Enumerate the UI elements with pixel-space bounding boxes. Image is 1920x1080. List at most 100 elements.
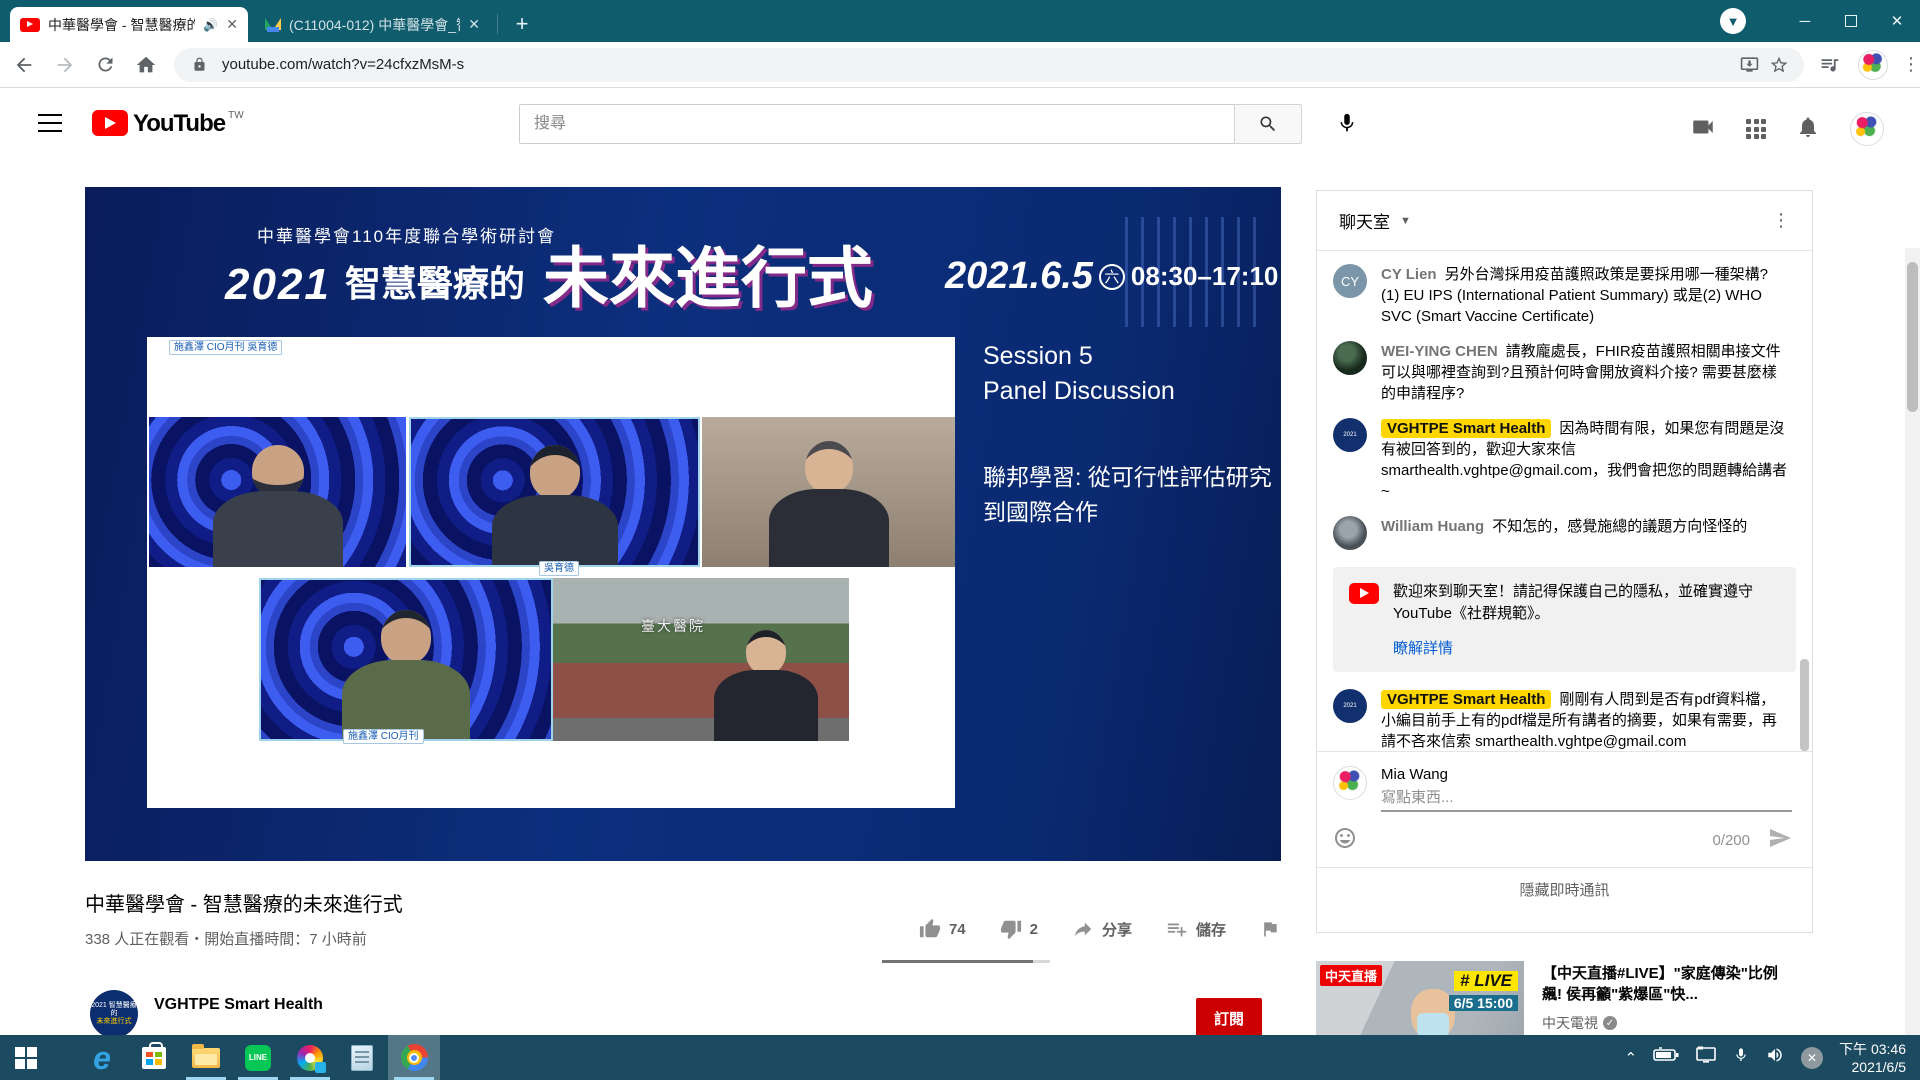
avatar[interactable]: 2021	[1333, 418, 1367, 452]
minimize-button[interactable]: ─	[1782, 0, 1828, 42]
avatar[interactable]	[1333, 341, 1367, 375]
avatar[interactable]: 2021	[1333, 689, 1367, 723]
tab-drive[interactable]: (C11004-012) 中華醫學會_智慧 ✕	[255, 7, 490, 42]
youtube-icon	[1349, 583, 1379, 604]
send-icon[interactable]	[1768, 826, 1792, 855]
channel-name[interactable]: VGHTPE Smart Health	[154, 996, 323, 1014]
search-button[interactable]	[1234, 104, 1302, 144]
create-video-icon[interactable]	[1690, 114, 1716, 145]
subscribe-button[interactable]: 訂閱	[1196, 998, 1262, 1039]
tab-youtube[interactable]: 中華醫學會 - 智慧醫療的未来 🔊 ✕	[10, 7, 248, 42]
tab-close-icon[interactable]: ✕	[226, 16, 238, 33]
tab-audio-icon[interactable]: 🔊	[203, 18, 218, 32]
chat-menu-icon[interactable]: ⋮	[1772, 210, 1790, 231]
forward-icon[interactable]	[49, 48, 82, 82]
report-flag-icon[interactable]	[1260, 919, 1280, 939]
chat-author[interactable]: CY Lien	[1381, 266, 1437, 283]
session-topic: 聯邦學習: 從可行性評估研究 到國際合作	[983, 460, 1273, 529]
youtube-apps-icon[interactable]	[1746, 119, 1766, 139]
install-icon[interactable]	[1734, 50, 1764, 80]
tray-chevron-icon[interactable]: ⌃	[1624, 1049, 1637, 1067]
chat-message-input[interactable]	[1381, 783, 1792, 812]
battery-icon[interactable]	[1653, 1047, 1679, 1068]
tab-close-icon[interactable]: ✕	[468, 16, 480, 33]
notifications-bell-icon[interactable]	[1796, 115, 1820, 144]
char-counter: 0/200	[1712, 832, 1750, 849]
search-input[interactable]	[519, 104, 1234, 144]
chat-message: CY CY Lien另外台灣採用疫苗護照政策是要採用哪一種架構? (1) EU …	[1317, 257, 1812, 334]
url-text[interactable]: youtube.com/watch?v=24cfxzMsM-s	[222, 56, 1734, 73]
line-app-icon[interactable]: LINE	[232, 1035, 284, 1080]
youtube-logo-text: YouTube	[133, 110, 225, 138]
taskbar: e LINE ⌃ ✕ 下午 03:46 2021/6/5	[0, 1035, 1920, 1080]
tray-app-icon[interactable]: ✕	[1801, 1047, 1823, 1069]
speaker-tag: 吳育德	[539, 561, 579, 576]
recommended-title[interactable]: 【中天直播#LIVE】"家庭傳染"比例飆! 侯再籲"紫爆區"快...	[1542, 963, 1792, 1005]
avatar[interactable]	[1333, 516, 1367, 550]
chat-text: 另外台灣採用疫苗護照政策是要採用哪一種架構? (1) EU IPS (Inter…	[1381, 266, 1768, 325]
taskbar-clock[interactable]: 下午 03:46 2021/6/5	[1839, 1040, 1906, 1076]
new-tab-button[interactable]: +	[508, 10, 536, 38]
close-window-button[interactable]: ✕	[1874, 0, 1920, 42]
color-wheel-app-icon[interactable]	[284, 1035, 336, 1080]
like-button[interactable]: 74	[919, 918, 966, 940]
participant-video-3	[702, 417, 955, 567]
tab-title: (C11004-012) 中華醫學會_智慧	[289, 15, 460, 35]
conference-datetime: 2021.6.5 六 08:30–17:10	[945, 255, 1278, 298]
chat-author[interactable]: William Huang	[1381, 518, 1484, 535]
restore-button[interactable]	[1828, 0, 1874, 42]
learn-more-link[interactable]: 瞭解詳情	[1393, 637, 1780, 658]
volume-icon[interactable]	[1765, 1046, 1785, 1069]
share-button[interactable]: 分享	[1072, 918, 1132, 940]
menu-hamburger-icon[interactable]	[38, 114, 62, 132]
chat-author[interactable]: WEI-YING CHEN	[1381, 343, 1498, 360]
address-bar[interactable]: youtube.com/watch?v=24cfxzMsM-s	[174, 48, 1804, 82]
file-explorer-icon[interactable]	[180, 1035, 232, 1080]
voice-search-icon[interactable]	[1336, 112, 1358, 139]
chat-message: 2021 VGHTPE Smart Health因為時間有限，如果您有問題是沒有…	[1317, 411, 1812, 509]
recommended-channel-name: 中天電視	[1542, 1013, 1598, 1033]
account-avatar[interactable]	[1850, 112, 1884, 146]
page-scrollbar[interactable]	[1905, 248, 1920, 1080]
lock-icon[interactable]	[184, 50, 214, 80]
dislike-button[interactable]: 2	[1000, 918, 1038, 940]
participant-video-5: 臺大醫院	[553, 578, 849, 741]
browser-menu-icon[interactable]: ⋮	[1902, 54, 1920, 75]
playlist-extension-icon[interactable]	[1814, 50, 1844, 80]
chat-author-owner[interactable]: VGHTPE Smart Health	[1381, 419, 1551, 438]
back-icon[interactable]	[8, 48, 41, 82]
bookmark-star-icon[interactable]	[1764, 50, 1794, 80]
microphone-icon[interactable]	[1733, 1046, 1749, 1069]
recommended-channel[interactable]: 中天電視 ✓	[1542, 1013, 1792, 1033]
youtube-logo[interactable]: YouTube TW	[92, 110, 244, 138]
live-badge: # LIVE	[1454, 971, 1518, 991]
download-status-icon[interactable]: ▼	[1720, 8, 1746, 34]
channel-avatar[interactable]: 2021 智慧醫療的 未來進行式	[90, 990, 138, 1038]
chat-user-name: Mia Wang	[1381, 766, 1792, 783]
save-button[interactable]: 儲存	[1166, 918, 1226, 940]
conference-weekday: 六	[1099, 264, 1125, 290]
window-controls: ▼ ─ ✕	[1720, 0, 1920, 42]
notepad-app-icon[interactable]	[336, 1035, 388, 1080]
start-button[interactable]	[0, 1035, 52, 1080]
youtube-region-label: TW	[228, 110, 244, 121]
recommended-video[interactable]: 中天直播 # LIVE 6/5 15:00 【中天直播#LIVE】"家庭傳染"比…	[1316, 961, 1813, 1035]
store-icon[interactable]	[128, 1035, 180, 1080]
chat-scrollbar-thumb[interactable]	[1800, 659, 1809, 751]
hide-chat-button[interactable]: 隱藏即時通訊	[1317, 867, 1812, 911]
chevron-down-icon[interactable]: ▼	[1400, 215, 1411, 227]
participant-video-1	[149, 417, 406, 567]
browser-profile-avatar[interactable]	[1858, 50, 1888, 80]
chrome-icon[interactable]	[388, 1035, 440, 1080]
chat-author-owner[interactable]: VGHTPE Smart Health	[1381, 690, 1551, 709]
video-player[interactable]: 中華醫學會110年度聯合學術研討會 2021 智慧醫療的 未來進行式 2021.…	[85, 187, 1281, 861]
emoji-icon[interactable]	[1333, 826, 1357, 855]
avatar[interactable]: CY	[1333, 264, 1367, 298]
page-scrollbar-thumb[interactable]	[1907, 262, 1918, 412]
edge-icon[interactable]: e	[76, 1035, 128, 1080]
chat-messages[interactable]: CY CY Lien另外台灣採用疫苗護照政策是要採用哪一種架構? (1) EU …	[1317, 251, 1812, 751]
reload-icon[interactable]	[89, 48, 122, 82]
home-icon[interactable]	[130, 48, 163, 82]
header-actions	[1690, 112, 1884, 146]
display-icon[interactable]	[1695, 1046, 1717, 1069]
